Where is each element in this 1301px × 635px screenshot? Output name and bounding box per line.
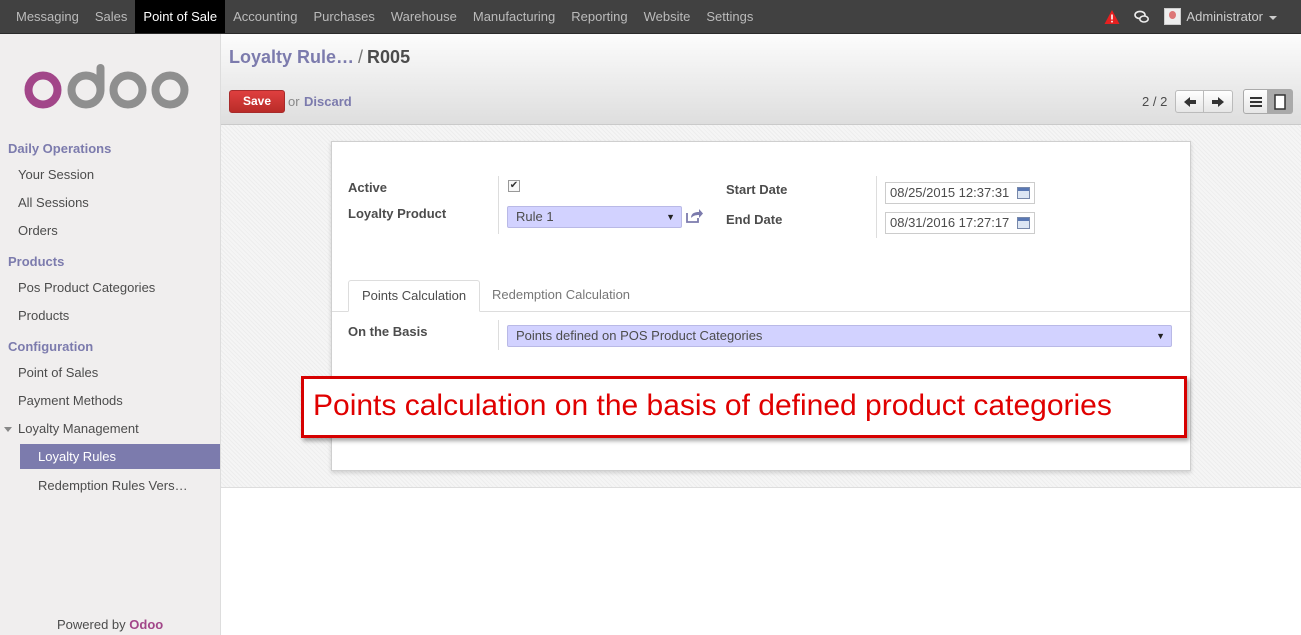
menu-point-of-sale[interactable]: Point of Sale [135, 0, 226, 33]
calendar-icon[interactable] [1017, 187, 1030, 199]
pager-previous-button[interactable] [1175, 90, 1204, 113]
loyalty-product-value: Rule 1 [516, 209, 554, 224]
sidebar-item-redemption-rules[interactable]: Redemption Rules Vers… [38, 478, 188, 493]
section-products: Products [8, 254, 65, 269]
menu-accounting[interactable]: Accounting [225, 0, 305, 33]
section-daily-operations: Daily Operations [8, 141, 112, 156]
view-switcher [1243, 89, 1293, 114]
menu-warehouse[interactable]: Warehouse [383, 0, 465, 33]
sidebar-item-your-session[interactable]: Your Session [18, 167, 94, 182]
sidebar-item-loyalty-management[interactable]: Loyalty Management [18, 421, 139, 436]
pager-buttons [1175, 90, 1233, 113]
section-configuration: Configuration [8, 339, 94, 354]
breadcrumb-current: R005 [367, 47, 411, 67]
sidebar-item-all-sessions[interactable]: All Sessions [18, 195, 89, 210]
list-icon [1249, 96, 1262, 107]
menu-reporting[interactable]: Reporting [563, 0, 635, 33]
sidebar: Daily Operations Your Session All Sessio… [0, 34, 221, 635]
menu-manufacturing[interactable]: Manufacturing [465, 0, 563, 33]
form-view-button[interactable] [1268, 89, 1293, 114]
chevron-down-icon[interactable] [1269, 16, 1277, 20]
field-separator [498, 176, 499, 234]
end-date-input[interactable]: 08/31/2016 17:27:17 [885, 212, 1035, 234]
main-menu: Messaging Sales Point of Sale Accounting… [8, 0, 761, 33]
powered-by: Powered by Odoo [57, 617, 163, 632]
dropdown-arrow-icon: ▼ [1156, 331, 1165, 341]
end-date-value: 08/31/2016 17:27:17 [890, 215, 1010, 230]
top-navbar: Messaging Sales Point of Sale Accounting… [0, 0, 1301, 34]
active-checkbox[interactable]: ✔ [508, 180, 520, 192]
loyalty-product-select[interactable]: Rule 1 ▼ [507, 206, 682, 228]
external-link-icon[interactable] [685, 208, 703, 224]
user-menu[interactable]: Administrator [1186, 9, 1263, 24]
sidebar-item-payment-methods[interactable]: Payment Methods [18, 393, 123, 408]
control-panel: Loyalty Rule… / R005 Save or Discard 2 / 2 [221, 34, 1301, 125]
warning-icon[interactable] [1104, 9, 1120, 25]
menu-settings[interactable]: Settings [698, 0, 761, 33]
breadcrumb-separator: / [358, 47, 364, 67]
tab-points-calculation[interactable]: Points Calculation [348, 280, 481, 312]
end-date-label: End Date [726, 212, 783, 227]
breadcrumb-link[interactable]: Loyalty Rule… [229, 47, 354, 67]
odoo-logo [24, 64, 189, 109]
sidebar-item-pos-product-categories[interactable]: Pos Product Categories [18, 280, 155, 295]
list-view-button[interactable] [1243, 89, 1268, 114]
dropdown-arrow-icon: ▼ [666, 212, 675, 222]
field-separator-dates [876, 176, 877, 238]
start-date-value: 08/25/2015 12:37:31 [890, 185, 1010, 200]
arrow-right-icon [1212, 96, 1224, 107]
basis-select[interactable]: Points defined on POS Product Categories… [507, 325, 1172, 347]
field-separator-basis [498, 320, 499, 350]
powered-prefix: Powered by [57, 617, 130, 632]
active-label: Active [348, 180, 388, 195]
or-label: or [288, 94, 300, 109]
calendar-icon[interactable] [1017, 217, 1030, 229]
menu-purchases[interactable]: Purchases [305, 0, 382, 33]
pager-value[interactable]: 2 / 2 [1142, 94, 1167, 109]
expand-triangle-icon[interactable] [4, 427, 12, 432]
tab-redemption-calculation[interactable]: Redemption Calculation [479, 280, 643, 312]
start-date-label: Start Date [726, 182, 788, 197]
avatar[interactable] [1164, 8, 1182, 25]
sidebar-item-orders[interactable]: Orders [18, 223, 58, 238]
callout-annotation: Points calculation on the basis of defin… [301, 376, 1187, 438]
basis-value: Points defined on POS Product Categories [516, 328, 763, 343]
menu-messaging[interactable]: Messaging [8, 0, 87, 33]
discard-button[interactable]: Discard [304, 94, 352, 109]
save-button[interactable]: Save [229, 90, 285, 113]
start-date-input[interactable]: 08/25/2015 12:37:31 [885, 182, 1035, 204]
basis-label: On the Basis [348, 324, 428, 339]
sidebar-item-point-of-sales[interactable]: Point of Sales [18, 365, 98, 380]
loyalty-product-label: Loyalty Product [348, 206, 447, 221]
sidebar-item-products[interactable]: Products [18, 308, 69, 323]
chat-icon[interactable] [1134, 9, 1150, 25]
menu-website[interactable]: Website [636, 0, 699, 33]
breadcrumb: Loyalty Rule… / R005 [229, 47, 410, 68]
notebook-tabs: Points Calculation Redemption Calculatio… [332, 280, 1190, 312]
powered-brand-link[interactable]: Odoo [129, 617, 163, 632]
form-icon [1274, 93, 1286, 110]
topbar-right: Administrator [1104, 0, 1301, 33]
pager-next-button[interactable] [1204, 90, 1233, 113]
menu-sales[interactable]: Sales [87, 0, 136, 33]
sidebar-item-loyalty-rules[interactable]: Loyalty Rules [20, 444, 220, 469]
arrow-left-icon [1183, 96, 1196, 107]
